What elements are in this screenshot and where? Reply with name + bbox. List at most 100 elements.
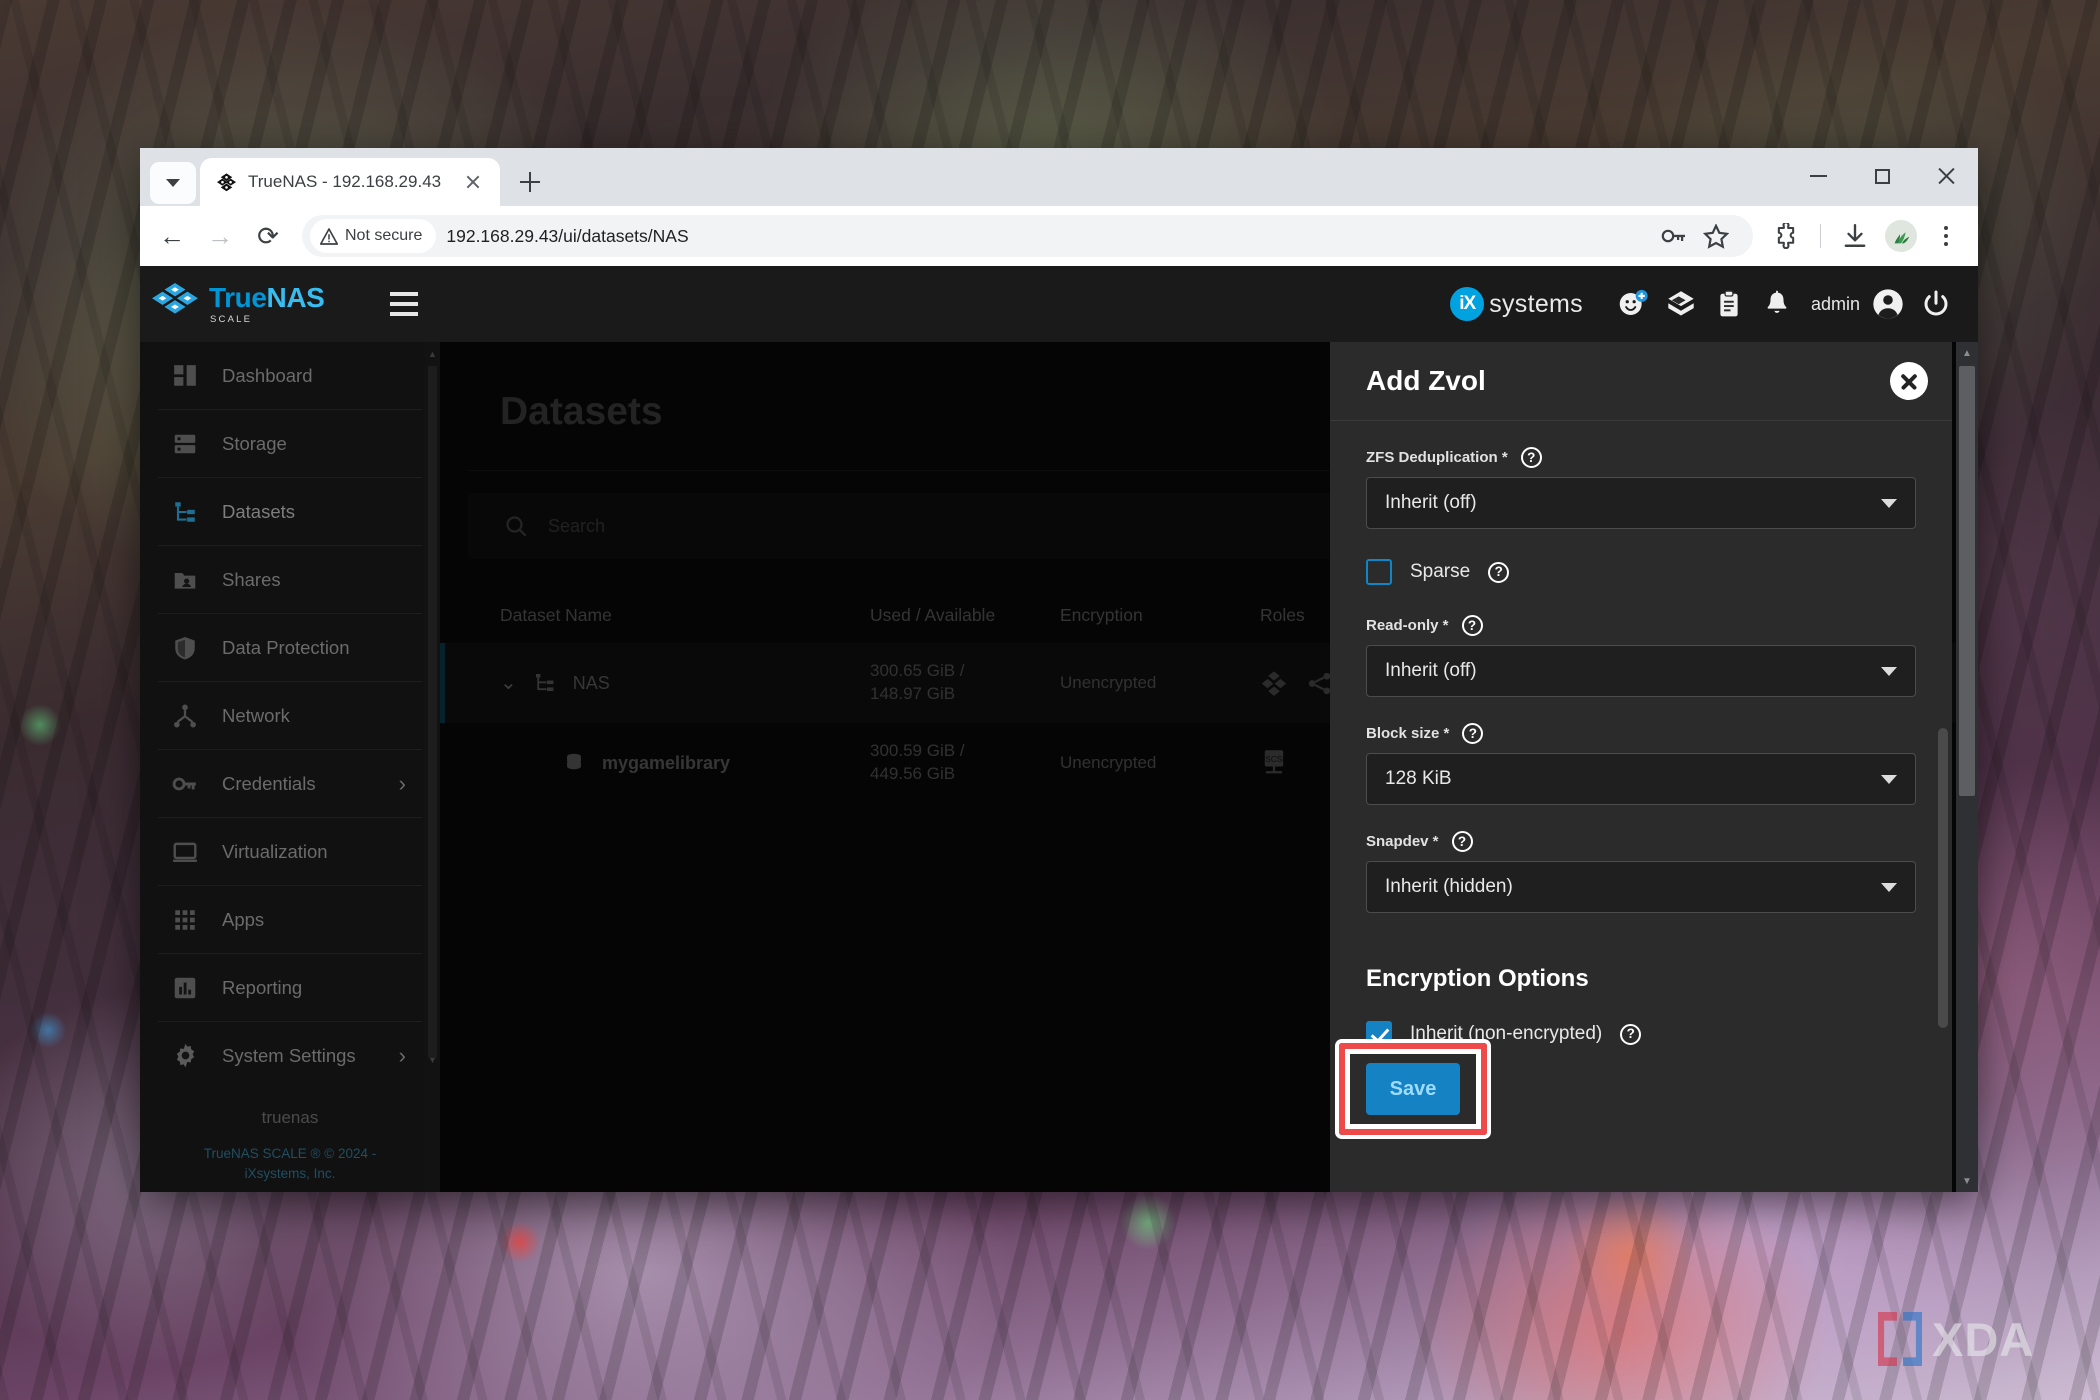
share-icon[interactable] <box>1306 670 1333 697</box>
snapdev-select[interactable]: Inherit (hidden) <box>1366 861 1916 913</box>
sidebar-item-dashboard[interactable]: Dashboard <box>140 342 440 409</box>
dataset-name-cell: mygamelibrary <box>500 751 870 775</box>
iscsi-icon[interactable]: iSCSI <box>1260 748 1288 778</box>
sidebar-item-virtualization[interactable]: Virtualization <box>140 818 440 885</box>
encryption-options-heading: Encryption Options <box>1366 965 1589 992</box>
sidebar-item-system-settings[interactable]: System Settings › <box>140 1022 440 1089</box>
extensions-icon[interactable] <box>1765 215 1807 257</box>
search-icon <box>506 516 527 537</box>
chevron-right-icon: › <box>398 770 406 796</box>
xda-watermark: XDA <box>1878 1312 2034 1366</box>
truenas-diamond-icon[interactable] <box>1260 669 1288 697</box>
help-circle-icon[interactable]: ? <box>1462 723 1484 744</box>
used-available-cell: 300.65 GiB / 148.97 GiB <box>870 660 1060 706</box>
read-only-select[interactable]: Inherit (off) <box>1366 645 1916 697</box>
bar-chart-icon <box>170 973 200 1003</box>
sparse-checkbox-row[interactable]: Sparse ? <box>1366 559 1916 585</box>
truenas-brand-logo[interactable]: TrueNAS SCALE <box>140 266 352 342</box>
reload-button[interactable]: ⟳ <box>246 214 290 258</box>
block-size-select[interactable]: 128 KiB <box>1366 753 1916 805</box>
sidebar-copyright: TrueNAS SCALE ® © 2024 - iXsystems, Inc. <box>140 1144 440 1185</box>
sidebar-item-shares[interactable]: Shares <box>140 546 440 613</box>
column-header-used-available[interactable]: Used / Available <box>870 605 1060 626</box>
close-icon[interactable] <box>1890 362 1928 400</box>
checkbox-label: Inherit (non-encrypted) <box>1410 1023 1603 1044</box>
help-circle-icon[interactable]: ? <box>1520 447 1542 468</box>
network-nodes-icon <box>170 701 200 731</box>
page-scroll-thumb[interactable] <box>1959 366 1975 796</box>
sidebar-item-reporting[interactable]: Reporting <box>140 954 440 1021</box>
select-value: Inherit (off) <box>1385 492 1477 513</box>
save-button[interactable]: Save <box>1366 1063 1460 1115</box>
zfs-deduplication-select[interactable]: Inherit (off) <box>1366 477 1916 529</box>
search-input[interactable]: Search <box>548 516 605 537</box>
window-maximize-button[interactable] <box>1850 148 1914 204</box>
browser-menu-icon[interactable] <box>1926 215 1966 257</box>
add-user-icon[interactable] <box>1609 280 1657 328</box>
power-icon[interactable] <box>1912 280 1960 328</box>
sidebar-item-storage[interactable]: Storage <box>140 410 440 477</box>
clipboard-icon[interactable] <box>1705 280 1753 328</box>
chevron-down-icon[interactable]: ⌄ <box>500 673 517 693</box>
arrow-right-icon: → <box>207 221 233 251</box>
profile-avatar[interactable] <box>1880 215 1922 257</box>
scroll-down-arrow-icon[interactable]: ▼ <box>425 1050 440 1070</box>
sidebar-item-datasets[interactable]: Datasets <box>140 478 440 545</box>
inherit-encryption-checkbox-row[interactable]: Inherit (non-encrypted) ? <box>1366 1021 1916 1047</box>
scroll-up-arrow-icon[interactable]: ▲ <box>1956 342 1978 364</box>
used-available-cell: 300.59 GiB / 449.56 GiB <box>870 740 1060 786</box>
app-header: TrueNAS SCALE iX systems admin <box>140 266 1978 342</box>
scroll-down-arrow-icon[interactable]: ▼ <box>1956 1170 1978 1192</box>
bell-notification-icon[interactable] <box>1753 280 1801 328</box>
browser-tab[interactable]: TrueNAS - 192.168.29.43 <box>200 158 500 206</box>
available-value: 449.56 GiB <box>870 764 956 783</box>
field-block-size: Block size * ? 128 KiB <box>1366 723 1916 805</box>
sidebar-item-data-protection[interactable]: Data Protection <box>140 614 440 681</box>
scroll-up-arrow-icon[interactable]: ▲ <box>425 344 440 364</box>
sparse-checkbox[interactable] <box>1366 559 1392 585</box>
brand-name-bold: NAS <box>266 281 325 313</box>
window-minimize-button[interactable] <box>1786 148 1850 204</box>
back-button[interactable]: ← <box>150 214 194 258</box>
shares-folder-icon <box>170 565 200 595</box>
help-circle-icon[interactable]: ? <box>1620 1023 1642 1045</box>
hamburger-menu-icon[interactable] <box>372 292 436 316</box>
field-label-text: Block size * <box>1366 725 1450 742</box>
new-tab-button[interactable] <box>510 162 550 202</box>
field-label: Block size * ? <box>1366 723 1916 744</box>
page-scrollbar[interactable]: ▲ ▼ <box>1956 342 1978 1192</box>
sidebar-item-credentials[interactable]: Credentials › <box>140 750 440 817</box>
panel-scrollbar[interactable] <box>1938 428 1948 1182</box>
help-circle-icon[interactable]: ? <box>1451 831 1473 852</box>
tab-close-icon[interactable] <box>460 169 486 195</box>
sidebar-item-network[interactable]: Network <box>140 682 440 749</box>
field-label: ZFS Deduplication * ? <box>1366 447 1916 468</box>
available-value: 148.97 GiB <box>870 684 956 703</box>
account-circle-icon[interactable] <box>1864 280 1912 328</box>
sidebar-item-apps[interactable]: Apps <box>140 886 440 953</box>
bookmark-star-icon[interactable] <box>1695 215 1737 257</box>
help-circle-icon[interactable]: ? <box>1461 615 1483 636</box>
select-value: Inherit (off) <box>1385 660 1477 681</box>
field-snapdev: Snapdev * ? Inherit (hidden) <box>1366 831 1916 913</box>
encryption-cell: Unencrypted <box>1060 753 1157 772</box>
help-circle-icon[interactable]: ? <box>1488 561 1510 583</box>
forward-button[interactable]: → <box>198 214 242 258</box>
password-key-icon[interactable] <box>1653 215 1695 257</box>
tab-search-icon[interactable] <box>150 162 196 204</box>
address-bar[interactable]: Not secure 192.168.29.43/ui/datasets/NAS <box>302 215 1753 257</box>
window-close-button[interactable] <box>1914 148 1978 204</box>
dashboard-grid-icon <box>170 361 200 391</box>
cube-layers-icon[interactable] <box>1657 280 1705 328</box>
sidebar-scroll-thumb[interactable] <box>428 366 437 1058</box>
company-link[interactable]: iXsystems, Inc. <box>245 1166 336 1181</box>
column-header-encryption[interactable]: Encryption <box>1060 605 1260 626</box>
panel-scroll-thumb[interactable] <box>1938 728 1948 1028</box>
sidebar-scrollbar[interactable]: ▲ ▼ <box>425 342 440 1192</box>
field-zfs-deduplication: ZFS Deduplication * ? Inherit (off) <box>1366 447 1916 529</box>
inherit-non-encrypted-checkbox[interactable] <box>1366 1021 1392 1047</box>
column-header-dataset-name[interactable]: Dataset Name <box>440 605 870 626</box>
downloads-icon[interactable] <box>1834 215 1876 257</box>
security-status-badge[interactable]: Not secure <box>310 219 437 253</box>
dataset-name-label: mygamelibrary <box>602 752 731 773</box>
